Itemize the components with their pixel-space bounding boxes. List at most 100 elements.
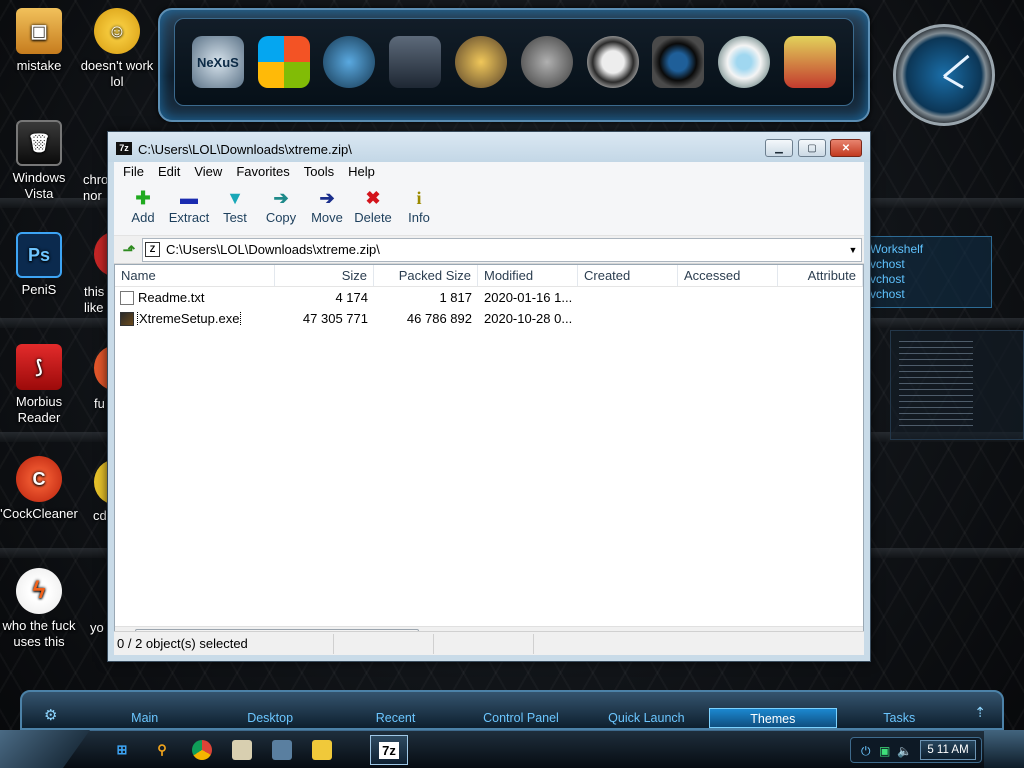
address-field[interactable]: Z C:\Users\LOL\Downloads\xtreme.zip\ ▼ [142,237,862,262]
column-name[interactable]: Name [115,265,275,286]
minimize-icon: ▁ [775,142,783,154]
clock-app-icon[interactable] [323,36,376,88]
top-dock: NeXuS [158,8,870,122]
windows-icon[interactable] [257,36,310,88]
speaker-icon[interactable] [586,36,639,88]
desktop-icon-label-partial: cd [93,508,107,523]
desktop-icon-photoshop[interactable]: Ps PeniS [0,232,79,298]
column-size[interactable]: Size [275,265,374,286]
book-icon[interactable] [232,740,252,760]
column-created[interactable]: Created [578,265,678,286]
arrow-up-icon[interactable]: ⇡ [974,704,986,721]
add-button[interactable]: ✚ Add [120,186,166,226]
zip-archive-icon: Z [145,242,160,257]
desktop-icon-mistake[interactable]: ▣ mistake [0,8,79,74]
table-row[interactable]: XtremeSetup.exe 47 305 771 46 786 892 20… [115,308,863,329]
desktop-icon-label-partial: fu [94,396,105,411]
column-header: Name Size Packed Size Modified Created A… [115,265,863,287]
globe-icon[interactable] [455,36,508,88]
up-folder-icon: ⬏ [122,241,136,259]
desktop-icon-label: 'CockCleaner [0,506,78,521]
maximize-button[interactable]: ▢ [798,139,826,157]
photoshop-icon: Ps [16,232,62,278]
power-icon[interactable]: ⏻ [861,744,871,759]
menu-favorites[interactable]: Favorites [229,162,296,182]
tab-recent[interactable]: Recent [333,708,458,728]
menu-edit[interactable]: Edit [151,162,187,182]
info-button[interactable]: i Info [396,186,442,226]
file-size: 4 174 [335,290,368,305]
pixel-character-icon[interactable] [784,36,837,88]
tab-tasks[interactable]: Tasks [837,708,962,728]
column-attribute[interactable]: Attribute [778,265,863,286]
speedometer-icon[interactable] [718,36,771,88]
search-icon[interactable]: ⚲ [152,740,172,760]
menu-tools[interactable]: Tools [297,162,341,182]
desktop-icon-label-partial[interactable]: chro nor [83,172,108,204]
tool-label: Test [223,210,247,225]
battery-icon[interactable]: ▣ [879,744,890,758]
menu-help[interactable]: Help [341,162,382,182]
tab-quick-launch[interactable]: Quick Launch [584,708,709,728]
chevron-down-icon[interactable]: ▼ [845,245,861,255]
volume-icon[interactable]: 🔈 [897,744,912,758]
menu-view[interactable]: View [187,162,229,182]
ccleaner-icon: C [16,456,62,502]
gear-icon[interactable]: ⚙ [44,706,57,724]
close-icon: ✕ [841,142,851,154]
file-name: Readme.txt [138,290,205,305]
taskbar-ornament-right[interactable] [984,730,1024,768]
analog-clock-gadget[interactable] [893,24,995,126]
delete-button[interactable]: ✖ Delete [350,186,396,226]
close-button[interactable]: ✕ [830,139,862,157]
display-icon[interactable] [272,740,292,760]
nexus-icon[interactable]: NeXuS [191,36,244,88]
camera-icon[interactable] [652,36,705,88]
title-bar[interactable]: 7z C:\Users\LOL\Downloads\xtreme.zip\ ▁ … [108,132,870,162]
extract-button[interactable]: ▬ Extract [166,186,212,226]
tab-main[interactable]: Main [82,708,207,728]
desktop-icon-windows-vista[interactable]: 🗑 Windows Vista [0,120,79,202]
status-cell [534,634,864,654]
tab-desktop[interactable]: Desktop [207,708,332,728]
desktop-icon-label: doesn't work lol [80,58,154,89]
table-row[interactable]: Readme.txt 4 174 1 817 2020-01-16 1... [115,287,863,308]
file-list[interactable]: Name Size Packed Size Modified Created A… [114,264,864,644]
gadget-line: vchost [870,287,905,301]
taskbar-clock[interactable]: 5 11 AM [920,740,976,760]
test-button[interactable]: ▼ Test [212,186,258,226]
tab-control-panel[interactable]: Control Panel [458,708,583,728]
file-modified: 2020-01-16 1... [484,290,573,305]
yahoo-messenger-icon: ☺ [94,8,140,54]
folder-icon[interactable] [312,740,332,760]
chrome-icon[interactable] [192,740,212,760]
notes-lines [899,341,973,429]
gadget-line: vchost [870,272,905,286]
status-cell [334,633,434,654]
desktop-icon-yahoo[interactable]: ☺ doesn't work lol [77,8,157,90]
column-modified[interactable]: Modified [478,265,578,286]
move-button[interactable]: ➔ Move [304,186,350,226]
file-name: XtremeSetup.exe [136,311,242,326]
pdf-reader-icon: ⟆ [16,344,62,390]
minimize-button[interactable]: ▁ [765,139,793,157]
taskbar: ⊞ ⚲ 7z ⏻ ▣ 🔈 5 11 AM [0,730,1024,768]
copy-button[interactable]: ➔ Copy [258,186,304,226]
exe-file-icon [120,311,134,326]
bell-icon[interactable] [520,36,573,88]
menu-file[interactable]: File [116,162,151,182]
taskbar-7zip-button[interactable]: 7z [370,735,408,765]
winged-shield-icon[interactable] [389,36,442,88]
up-folder-button[interactable]: ⬏ [116,238,142,262]
desktop-icon-morbius-reader[interactable]: ⟆ Morbius Reader [0,344,79,426]
extract-icon: ▬ [180,187,198,208]
column-accessed[interactable]: Accessed [678,265,778,286]
tab-themes[interactable]: Themes [709,708,837,728]
column-packed-size[interactable]: Packed Size [374,265,478,286]
address-bar: ⬏ Z C:\Users\LOL\Downloads\xtreme.zip\ ▼ [114,236,864,264]
desktop-icon-cockcleaner[interactable]: C 'CockCleaner [0,456,79,522]
dock-shelf: NeXuS [174,18,854,106]
desktop-icon-who-uses-this[interactable]: ϟ who the fuck uses this [0,568,79,650]
start-windows-icon[interactable]: ⊞ [112,740,132,760]
tool-label: Extract [168,210,210,225]
